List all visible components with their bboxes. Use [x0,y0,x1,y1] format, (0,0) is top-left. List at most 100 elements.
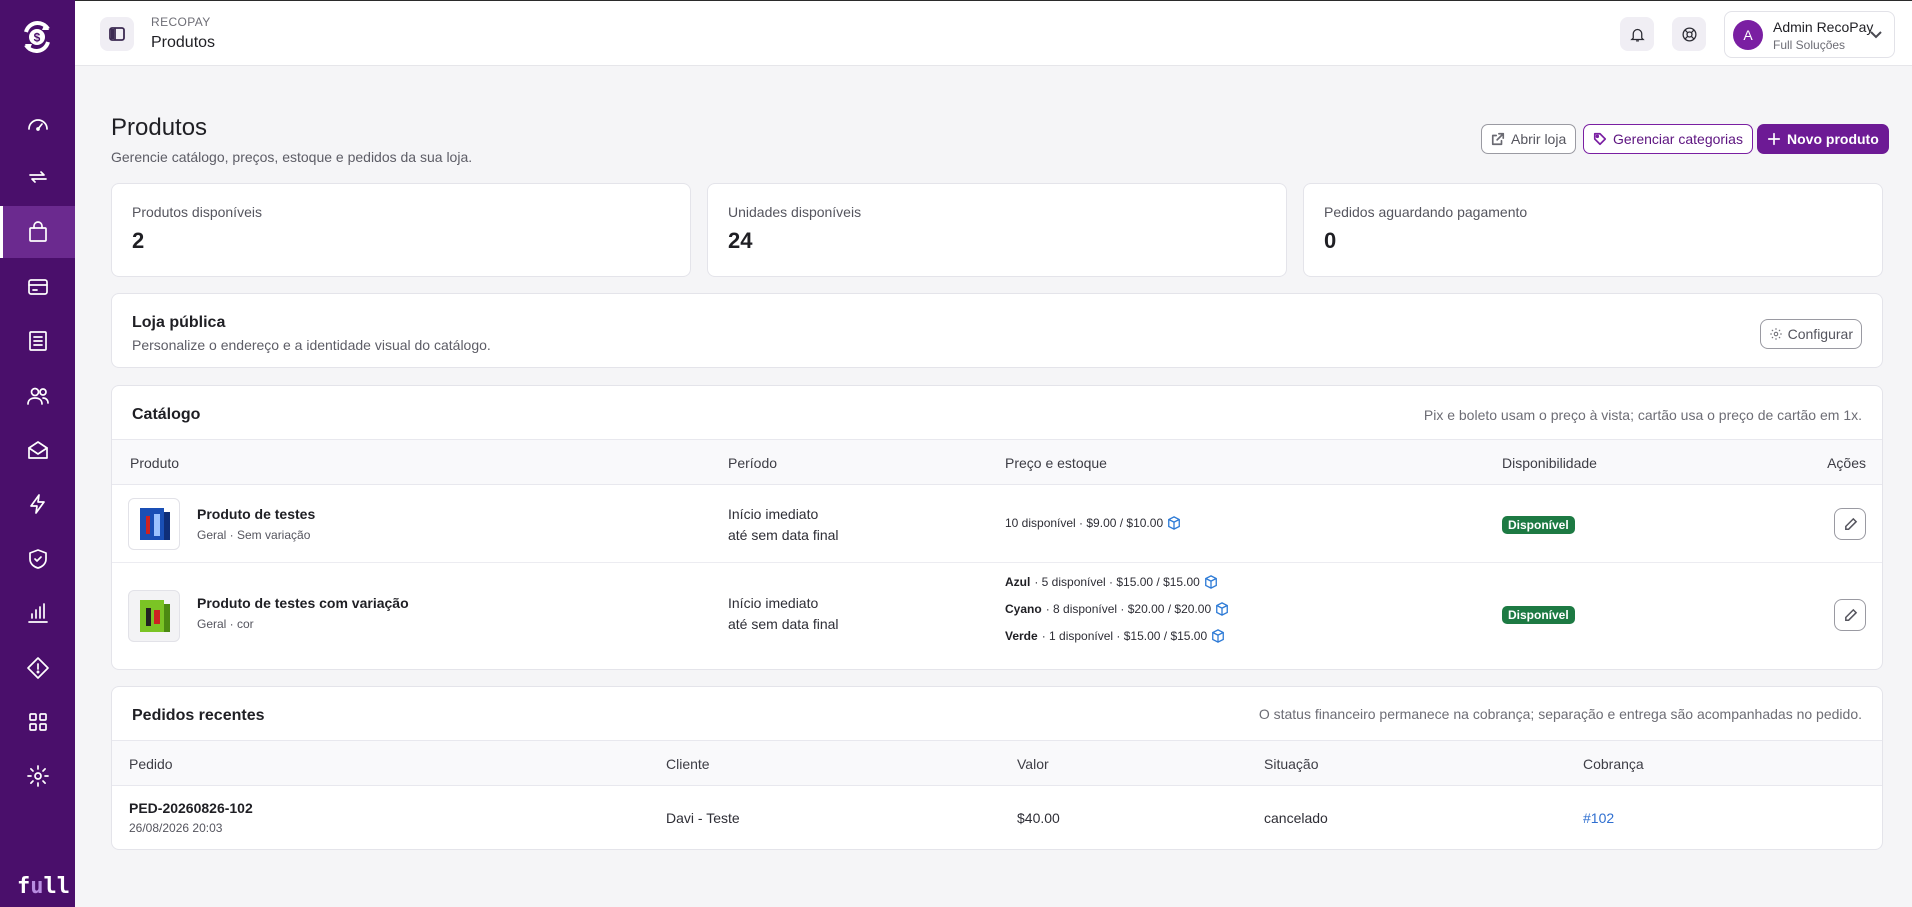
shopping-bag-icon [28,221,47,242]
recopay-logo-icon[interactable]: $ [18,18,56,56]
public-store-title: Loja pública [132,314,226,331]
box-icon[interactable] [1167,516,1181,530]
stat-card-units: Unidades disponíveis 24 [707,183,1287,277]
shield-icon [28,549,47,569]
period-end: até sem data final [728,616,839,632]
avatar: A [1733,20,1763,50]
box-icon[interactable] [1211,629,1225,643]
catalog-table-header: Produto Período Preço e estoque Disponib… [112,439,1882,485]
column-header: Produto [130,455,180,471]
order-status: cancelado [1264,810,1328,826]
period-end: até sem data final [728,527,839,543]
sidebar-item-customers[interactable] [0,370,75,422]
sidebar-item-products[interactable] [0,206,75,258]
variant-name: Verde [1005,629,1038,643]
sidebar-item-security[interactable] [0,533,75,585]
sidebar-item-reports[interactable] [0,587,75,639]
pencil-icon [1844,517,1857,530]
new-product-label: Novo produto [1787,131,1879,147]
user-organization: Full Soluções [1773,38,1846,52]
column-header: Cobrança [1583,756,1644,772]
sidebar-item-automations[interactable] [0,478,75,530]
column-header: Pedido [129,756,173,772]
breadcrumb-app: RECOPAY [151,15,211,29]
stat-card-products: Produtos disponíveis 2 [111,183,691,277]
stock-text: · 8 disponível · $20.00 / $20.00 [1045,602,1212,616]
sidebar-item-messages[interactable] [0,424,75,476]
dashboard-icon [27,119,48,131]
sidebar-item-invoices[interactable] [0,315,75,367]
sidebar-item-settings[interactable] [0,750,75,802]
lightning-icon [29,494,45,514]
page-subtitle: Gerencie catálogo, preços, estoque e ped… [111,149,473,165]
notifications-button[interactable] [1620,17,1654,51]
user-menu[interactable]: A Admin RecoPay Full Soluções [1724,11,1895,58]
users-icon [26,387,49,405]
configure-label: Configurar [1787,326,1853,342]
public-store-card: Loja pública Personalize o endereço e a … [111,293,1883,368]
period-start: Início imediato [728,595,819,611]
gear-icon [26,765,49,787]
product-name: Produto de testes [197,506,316,522]
top-bar: RECOPAY Produtos A Admin RecoPay Full So… [75,0,1912,66]
table-row[interactable]: PED-20260826-102 26/08/2026 20:03 Davi -… [112,787,1882,850]
sidebar-item-dashboard[interactable] [0,98,75,150]
full-brand-logo: full [17,874,70,899]
column-header: Preço e estoque [1005,455,1107,471]
svg-text:$: $ [34,31,41,45]
sidebar-toggle-button[interactable] [100,17,134,51]
grid-icon [28,713,47,731]
new-product-button[interactable]: Novo produto [1757,124,1889,154]
table-row[interactable]: Produto de testes Geral · Sem variação I… [112,486,1882,563]
stock-line: Azul · 5 disponível · $15.00 / $15.00 [1005,575,1218,589]
configure-button[interactable]: Configurar [1759,319,1862,349]
orders-table-header: Pedido Cliente Valor Situação Cobrança [112,740,1882,786]
box-icon[interactable] [1215,602,1229,616]
user-name: Admin RecoPay [1773,19,1874,35]
order-value: $40.00 [1017,810,1060,826]
open-store-button[interactable]: Abrir loja [1481,124,1577,154]
lifebuoy-icon [1681,26,1697,42]
help-button[interactable] [1672,17,1706,51]
column-header: Situação [1264,756,1319,772]
sidebar-item-recurrence[interactable] [0,151,75,203]
gear-icon [1769,328,1782,340]
catalog-title: Catálogo [132,406,201,423]
stat-value: 0 [1324,228,1337,253]
bar-chart-icon [27,603,48,623]
manage-categories-button[interactable]: Gerenciar categorias [1583,124,1753,154]
charge-link[interactable]: #102 [1583,810,1614,826]
stock-line: Verde · 1 disponível · $15.00 / $15.00 [1005,629,1225,643]
box-icon[interactable] [1204,575,1218,589]
product-meta: Geral · Sem variação [197,528,311,542]
stock-line: 10 disponível · $9.00 / $10.00 [1005,516,1181,530]
status-badge: Disponível [1502,606,1575,624]
recent-orders-card: Pedidos recentes O status financeiro per… [111,686,1883,850]
chevron-down-icon [1870,31,1882,39]
edit-product-button[interactable] [1834,508,1866,540]
product-name: Produto de testes com variação [197,595,409,611]
product-meta: Geral · cor [197,617,254,631]
recent-orders-note: O status financeiro permanece na cobranç… [1258,706,1862,722]
stat-card-pending-orders: Pedidos aguardando pagamento 0 [1303,183,1883,277]
edit-product-button[interactable] [1834,599,1866,631]
stat-value: 24 [728,228,753,253]
variant-name: Cyano [1005,602,1042,616]
table-row[interactable]: Produto de testes com variação Geral · c… [112,563,1882,670]
column-header: Cliente [666,756,710,772]
credit-card-icon [27,279,48,295]
recurrence-icon [28,171,47,183]
order-id[interactable]: PED-20260826-102 [129,800,253,816]
stock-text: · 1 disponível · $15.00 / $15.00 [1041,629,1208,643]
page-title: Produtos [111,114,208,141]
public-store-subtitle: Personalize o endereço e a identidade vi… [132,337,491,353]
sidebar-item-apps[interactable] [0,696,75,748]
manage-categories-label: Gerenciar categorias [1613,131,1743,147]
plus-icon [1767,132,1781,146]
stock-text: · 5 disponível · $15.00 / $15.00 [1034,575,1200,589]
column-header: Ações [1827,455,1866,471]
bell-icon [1629,28,1645,42]
sidebar: $ full [0,0,75,907]
sidebar-item-payments[interactable] [0,261,75,313]
sidebar-item-disputes[interactable] [0,642,75,694]
